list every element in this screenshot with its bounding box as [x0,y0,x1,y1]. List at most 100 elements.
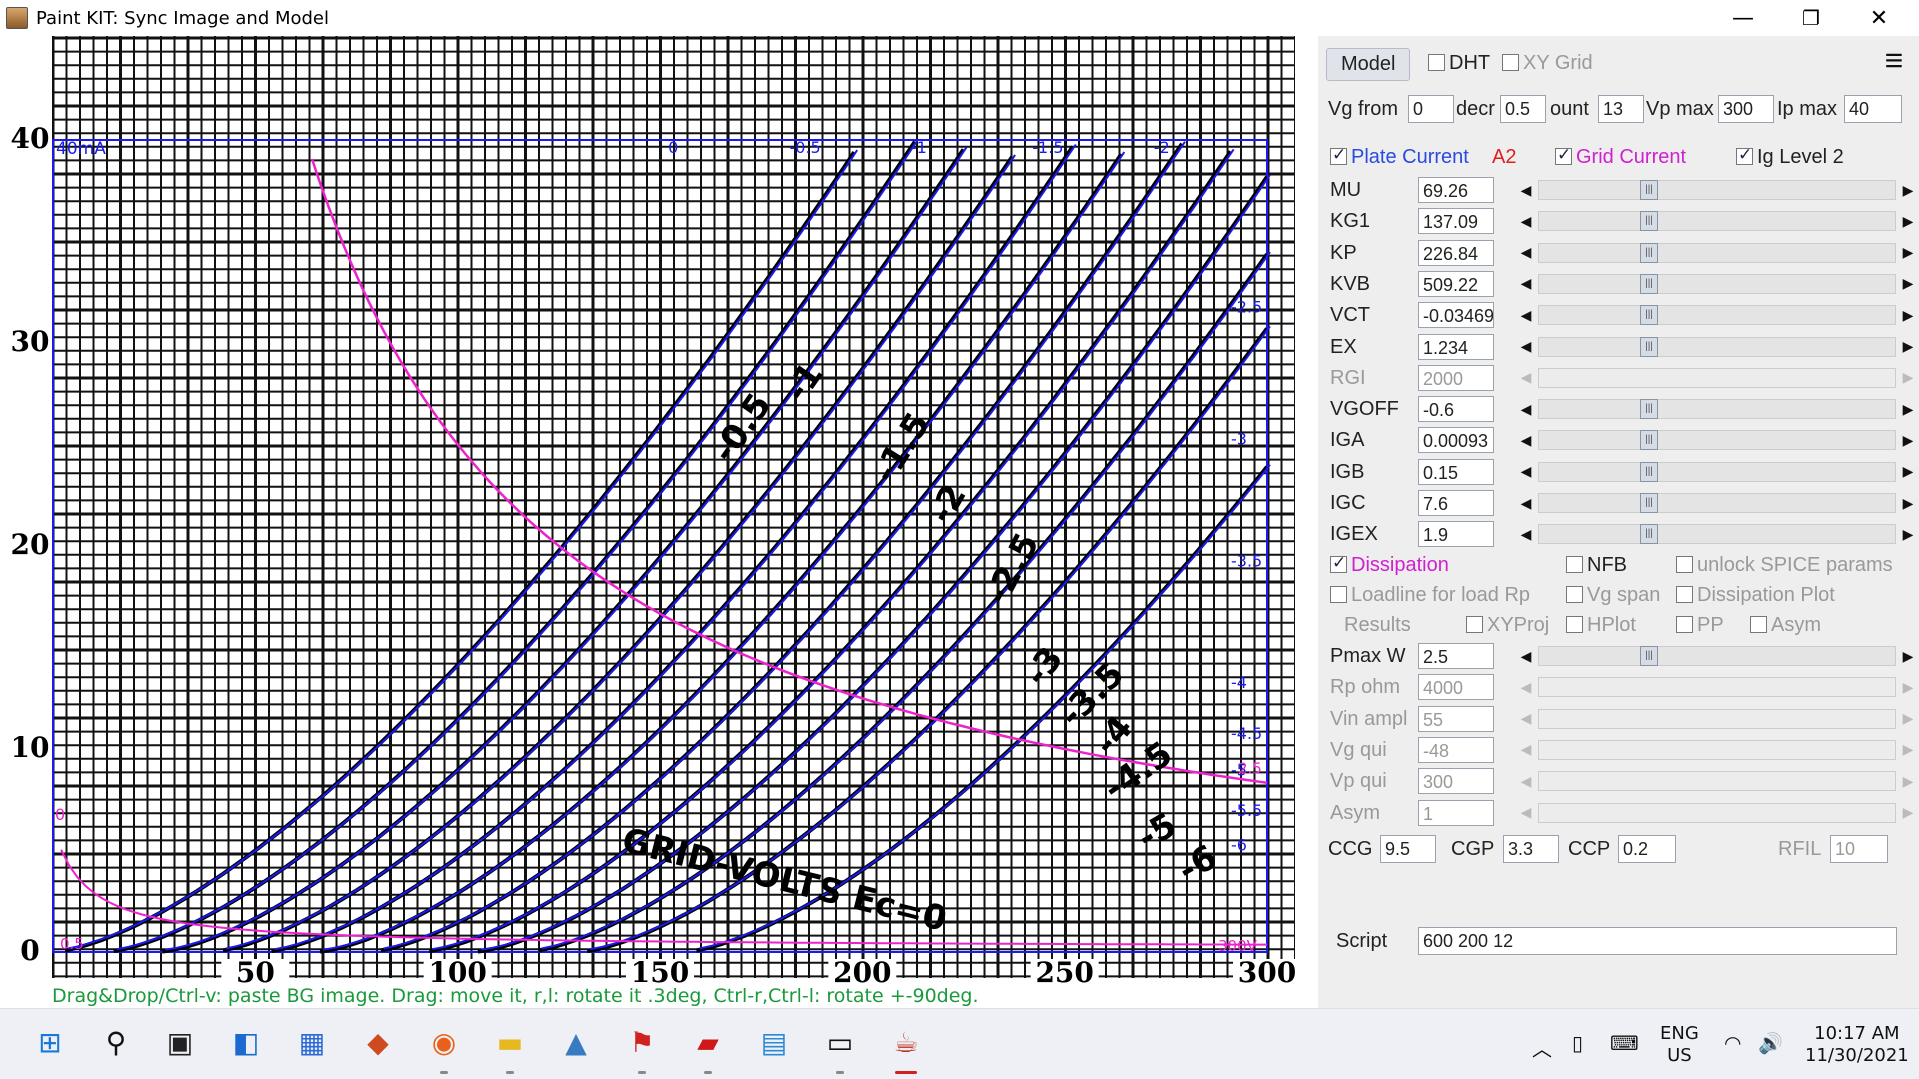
param-value-field[interactable]: -0.6 [1418,396,1494,423]
slider-thumb[interactable]: ||| [1640,336,1658,357]
param-slider[interactable]: ◀ ▶ ||| [1516,209,1918,233]
java-icon[interactable]: ☕ [886,1022,926,1062]
restore-button[interactable]: ❐ [1777,0,1845,36]
load-slider[interactable]: ◀ ▶ [1516,675,1918,699]
nfb-checkbox[interactable]: NFB [1566,554,1627,577]
load-value-field[interactable]: 4000 [1418,674,1494,701]
slider-right-arrow-icon[interactable]: ▶ [1898,769,1918,793]
param-slider[interactable]: ◀ ▶ ||| [1516,303,1918,327]
param-value-field[interactable]: 226.84 [1418,239,1494,266]
slider-track[interactable] [1538,524,1896,545]
slider-track[interactable] [1538,305,1896,326]
keyboard-icon[interactable]: ⌨ [1610,1031,1639,1055]
param-slider[interactable]: ◀ ▶ ||| [1516,241,1918,265]
slider-right-arrow-icon[interactable]: ▶ [1898,303,1918,327]
vp-max-field[interactable]: 300 [1718,95,1774,123]
show-hidden-icons[interactable]: ︿ [1532,1033,1552,1062]
close-button[interactable]: ✕ [1845,0,1913,36]
vg-from-field[interactable]: 0 [1408,95,1454,123]
param-value-field[interactable]: 0.00093 [1418,427,1494,454]
windows-start-icon[interactable]: ⊞ [30,1022,70,1062]
slider-left-arrow-icon[interactable]: ◀ [1516,707,1536,731]
load-slider[interactable]: ◀ ▶ [1516,801,1918,825]
slider-thumb[interactable]: ||| [1640,646,1658,666]
slider-right-arrow-icon[interactable]: ▶ [1898,801,1918,825]
language-indicator[interactable]: ENG US [1660,1023,1699,1067]
model-button[interactable]: Model [1326,48,1411,81]
load-value-field[interactable]: -48 [1418,736,1494,763]
wifi-icon[interactable]: ◠ [1724,1031,1741,1055]
load-value-field[interactable]: 1 [1418,799,1494,826]
usb-icon[interactable]: ▯ [1572,1031,1583,1055]
slider-track[interactable] [1538,430,1896,451]
slider-left-arrow-icon[interactable]: ◀ [1516,335,1536,359]
load-slider[interactable]: ◀ ▶ ||| [1516,644,1918,668]
param-value-field[interactable]: -0.03469 [1418,302,1494,329]
xyproj-checkbox[interactable]: XYProj [1466,614,1549,637]
param-slider[interactable]: ◀ ▶ ||| [1516,178,1918,202]
param-value-field[interactable]: 509.22 [1418,270,1494,297]
unlock-spice-checkbox[interactable]: unlock SPICE params [1676,554,1893,577]
slider-thumb[interactable]: ||| [1640,305,1658,326]
slider-left-arrow-icon[interactable]: ◀ [1516,675,1536,699]
slider-left-arrow-icon[interactable]: ◀ [1516,209,1536,233]
param-value-field[interactable]: 1.9 [1418,521,1494,548]
slider-track[interactable] [1538,802,1896,823]
slider-right-arrow-icon[interactable]: ▶ [1898,707,1918,731]
acrobat-icon[interactable]: ▰ [688,1022,728,1062]
slider-track[interactable] [1538,677,1896,698]
ccg-field[interactable]: 9.5 [1380,835,1436,863]
load-slider[interactable]: ◀ ▶ [1516,738,1918,762]
load-slider[interactable]: ◀ ▶ [1516,769,1918,793]
slider-left-arrow-icon[interactable]: ◀ [1516,272,1536,296]
asym-checkbox[interactable]: Asym [1750,614,1821,637]
script-field[interactable]: 600 200 12 [1418,927,1897,955]
slider-right-arrow-icon[interactable]: ▶ [1898,738,1918,762]
slider-right-arrow-icon[interactable]: ▶ [1898,644,1918,668]
xy-grid-checkbox[interactable]: XY Grid [1502,52,1593,75]
widgets-icon[interactable]: ◧ [226,1022,266,1062]
cgp-field[interactable]: 3.3 [1503,835,1559,863]
decr-field[interactable]: 0.5 [1500,95,1546,123]
slider-left-arrow-icon[interactable]: ◀ [1516,491,1536,515]
slider-right-arrow-icon[interactable]: ▶ [1898,272,1918,296]
slider-track[interactable] [1538,336,1896,357]
slider-thumb[interactable]: ||| [1640,211,1658,232]
slider-thumb[interactable]: ||| [1640,273,1658,294]
param-slider[interactable]: ◀ ▶ ||| [1516,460,1918,484]
notepad-icon[interactable]: ▤ [754,1022,794,1062]
terminal-icon[interactable]: ▭ [820,1022,860,1062]
slider-right-arrow-icon[interactable]: ▶ [1898,209,1918,233]
slider-right-arrow-icon[interactable]: ▶ [1898,241,1918,265]
slider-right-arrow-icon[interactable]: ▶ [1898,366,1918,390]
slider-left-arrow-icon[interactable]: ◀ [1516,366,1536,390]
slider-right-arrow-icon[interactable]: ▶ [1898,522,1918,546]
param-value-field[interactable]: 0.15 [1418,458,1494,485]
slider-thumb[interactable]: ||| [1640,524,1658,545]
slider-track[interactable] [1538,771,1896,792]
firefox-icon[interactable]: ◉ [424,1022,464,1062]
slider-track[interactable] [1538,211,1896,232]
param-slider[interactable]: ◀ ▶ ||| [1516,272,1918,296]
volume-icon[interactable]: 🔊 [1758,1031,1783,1055]
slider-track[interactable] [1538,708,1896,729]
slider-right-arrow-icon[interactable]: ▶ [1898,460,1918,484]
slider-track[interactable] [1538,493,1896,513]
param-slider[interactable]: ◀ ▶ ||| [1516,428,1918,452]
plate-current-checkbox[interactable]: Plate Current [1330,145,1469,169]
slider-left-arrow-icon[interactable]: ◀ [1516,644,1536,668]
slider-thumb[interactable]: ||| [1640,399,1658,420]
menu-icon[interactable]: ≡ [1876,44,1912,78]
vg-span-checkbox[interactable]: Vg span [1566,584,1660,607]
slider-track[interactable] [1538,242,1896,263]
param-slider[interactable]: ◀ ▶ ||| [1516,522,1918,546]
slider-right-arrow-icon[interactable]: ▶ [1898,428,1918,452]
minimize-button[interactable]: — [1709,0,1777,36]
pp-checkbox[interactable]: PP [1676,614,1724,637]
tube-curve-plot[interactable]: 01020304050 100 150 200 250 300GRID-VOLTS Ec=… [0,36,1318,1008]
param-slider[interactable]: ◀ ▶ ||| [1516,397,1918,421]
slider-left-arrow-icon[interactable]: ◀ [1516,738,1536,762]
param-value-field[interactable]: 1.234 [1418,333,1494,360]
clock[interactable]: 10:17 AM 11/30/2021 [1805,1023,1909,1067]
slider-left-arrow-icon[interactable]: ◀ [1516,397,1536,421]
